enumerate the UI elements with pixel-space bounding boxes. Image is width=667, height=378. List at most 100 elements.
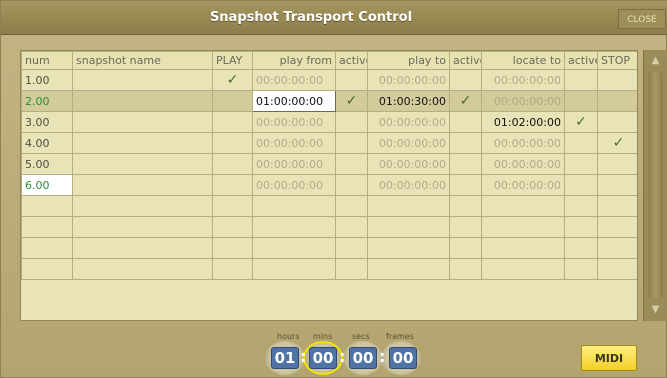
col-header-play[interactable]: PLAY xyxy=(212,51,253,70)
snapshot-transport-window: Snapshot Transport Control CLOSE num sna… xyxy=(0,0,667,378)
col-header-play-to[interactable]: play to xyxy=(367,51,450,70)
snapshot-name-cell[interactable] xyxy=(72,174,213,196)
col-header-stop[interactable]: STOP xyxy=(597,51,637,70)
stop-checkbox[interactable] xyxy=(597,69,637,91)
snapshot-name-cell[interactable] xyxy=(72,153,213,175)
scroll-down-arrow-icon[interactable]: ▼ xyxy=(644,299,667,321)
col-header-num[interactable]: num xyxy=(21,51,73,70)
play-to-time[interactable]: 00:00:00:00 xyxy=(367,132,450,154)
play-checkbox[interactable] xyxy=(212,111,253,133)
mins-field[interactable]: 00 xyxy=(309,347,337,369)
play-from-active-checkbox[interactable] xyxy=(335,174,368,196)
stop-checkbox[interactable] xyxy=(597,153,637,175)
table-row[interactable]: 1.00 ✓ 00:00:00:00 00:00:00:00 00:00:00:… xyxy=(21,69,637,91)
play-from-time[interactable]: 00:00:00:00 xyxy=(252,69,336,91)
timecode-separator: : xyxy=(300,347,307,366)
snapshot-number[interactable]: 2.00 xyxy=(21,90,73,112)
play-checkbox[interactable] xyxy=(212,153,253,175)
snapshot-name-cell[interactable] xyxy=(72,111,213,133)
stop-checkmark-icon[interactable]: ✓ xyxy=(597,132,637,154)
table-row-empty[interactable] xyxy=(21,237,637,259)
snapshot-name-cell[interactable] xyxy=(72,69,213,91)
mins-label: mins xyxy=(313,332,333,341)
play-from-active-checkbox[interactable] xyxy=(335,111,368,133)
play-to-time[interactable]: 00:00:00:00 xyxy=(367,111,450,133)
play-from-active-checkbox[interactable] xyxy=(335,69,368,91)
stop-checkbox[interactable] xyxy=(597,111,637,133)
locate-to-time[interactable]: 01:02:00:00 xyxy=(481,111,565,133)
play-from-time[interactable]: 00:00:00:00 xyxy=(252,174,336,196)
locate-to-time[interactable]: 00:00:00:00 xyxy=(481,132,565,154)
locate-active-checkbox[interactable] xyxy=(564,69,598,91)
play-from-time[interactable]: 00:00:00:00 xyxy=(252,132,336,154)
col-header-play-from[interactable]: play from xyxy=(252,51,336,70)
col-header-active-to[interactable]: active xyxy=(449,51,482,70)
snapshot-name-cell[interactable] xyxy=(72,90,213,112)
play-to-active-checkbox[interactable] xyxy=(449,174,482,196)
play-to-active-checkbox[interactable] xyxy=(449,69,482,91)
hours-label: hours xyxy=(277,332,300,341)
snapshot-number[interactable]: 5.00 xyxy=(21,153,73,175)
locate-active-checkbox[interactable] xyxy=(564,90,598,112)
play-from-time[interactable]: 00:00:00:00 xyxy=(252,153,336,175)
scroll-track[interactable] xyxy=(648,72,663,298)
play-to-active-checkbox[interactable] xyxy=(449,153,482,175)
table-row-selected[interactable]: 2.00 01:00:00:00 ✓ 01:00:30:00 ✓ 00:00:0… xyxy=(21,90,637,112)
col-header-locate-to[interactable]: locate to xyxy=(481,51,565,70)
snapshot-number[interactable]: 3.00 xyxy=(21,111,73,133)
locate-to-time[interactable]: 00:00:00:00 xyxy=(481,90,565,112)
hours-field[interactable]: 01 xyxy=(271,347,299,369)
play-checkmark-icon[interactable]: ✓ xyxy=(212,69,253,91)
stop-checkbox[interactable] xyxy=(597,174,637,196)
play-from-time-field[interactable]: 01:00:00:00 xyxy=(252,90,336,112)
secs-label: secs xyxy=(352,332,370,341)
secs-field[interactable]: 00 xyxy=(349,347,377,369)
stop-checkbox[interactable] xyxy=(597,90,637,112)
close-button[interactable]: CLOSE xyxy=(618,9,666,29)
locate-active-checkbox[interactable] xyxy=(564,174,598,196)
locate-active-checkbox[interactable] xyxy=(564,153,598,175)
locate-active-checkmark-icon[interactable]: ✓ xyxy=(564,111,598,133)
vertical-scrollbar[interactable]: ▲ ▼ xyxy=(643,50,667,321)
table-row-empty[interactable] xyxy=(21,216,637,238)
locate-to-time[interactable]: 00:00:00:00 xyxy=(481,69,565,91)
snapshot-number[interactable]: 6.00 xyxy=(21,174,73,196)
snapshot-number[interactable]: 1.00 xyxy=(21,69,73,91)
snapshot-number[interactable]: 4.00 xyxy=(21,132,73,154)
play-to-active-checkbox[interactable] xyxy=(449,111,482,133)
col-header-active-from[interactable]: active xyxy=(335,51,368,70)
play-to-active-checkmark-icon[interactable]: ✓ xyxy=(449,90,482,112)
locate-to-time[interactable]: 00:00:00:00 xyxy=(481,174,565,196)
play-to-time[interactable]: 00:00:00:00 xyxy=(367,153,450,175)
play-to-time[interactable]: 01:00:30:00 xyxy=(367,90,450,112)
play-to-active-checkbox[interactable] xyxy=(449,132,482,154)
table-row[interactable]: 6.00 00:00:00:00 00:00:00:00 00:00:00:00 xyxy=(21,174,637,196)
play-to-time[interactable]: 00:00:00:00 xyxy=(367,174,450,196)
frames-field[interactable]: 00 xyxy=(389,347,417,369)
table-row-empty[interactable] xyxy=(21,258,637,280)
table-row[interactable]: 5.00 00:00:00:00 00:00:00:00 00:00:00:00 xyxy=(21,153,637,175)
col-header-active-locate[interactable]: active xyxy=(564,51,598,70)
window-title: Snapshot Transport Control xyxy=(209,10,413,25)
play-checkbox[interactable] xyxy=(212,132,253,154)
locate-active-checkbox[interactable] xyxy=(564,132,598,154)
table-row-empty[interactable] xyxy=(21,195,637,217)
play-from-active-checkmark-icon[interactable]: ✓ xyxy=(335,90,368,112)
table-row[interactable]: 3.00 00:00:00:00 00:00:00:00 01:02:00:00… xyxy=(21,111,637,133)
play-from-active-checkbox[interactable] xyxy=(335,132,368,154)
title-bar: Snapshot Transport Control CLOSE xyxy=(1,1,667,35)
scroll-up-arrow-icon[interactable]: ▲ xyxy=(644,50,667,72)
play-checkbox[interactable] xyxy=(212,90,253,112)
play-from-time[interactable]: 00:00:00:00 xyxy=(252,111,336,133)
timecode-separator: : xyxy=(379,347,386,366)
play-to-time[interactable]: 00:00:00:00 xyxy=(367,69,450,91)
play-from-active-checkbox[interactable] xyxy=(335,153,368,175)
table-row[interactable]: 4.00 00:00:00:00 00:00:00:00 00:00:00:00… xyxy=(21,132,637,154)
play-checkbox[interactable] xyxy=(212,174,253,196)
table-header-row: num snapshot name PLAY play from active … xyxy=(21,51,637,70)
locate-to-time[interactable]: 00:00:00:00 xyxy=(481,153,565,175)
midi-button[interactable]: MIDI xyxy=(581,345,637,371)
col-header-snapshot-name[interactable]: snapshot name xyxy=(72,51,213,70)
snapshot-name-cell[interactable] xyxy=(72,132,213,154)
snapshot-table: num snapshot name PLAY play from active … xyxy=(20,50,638,321)
